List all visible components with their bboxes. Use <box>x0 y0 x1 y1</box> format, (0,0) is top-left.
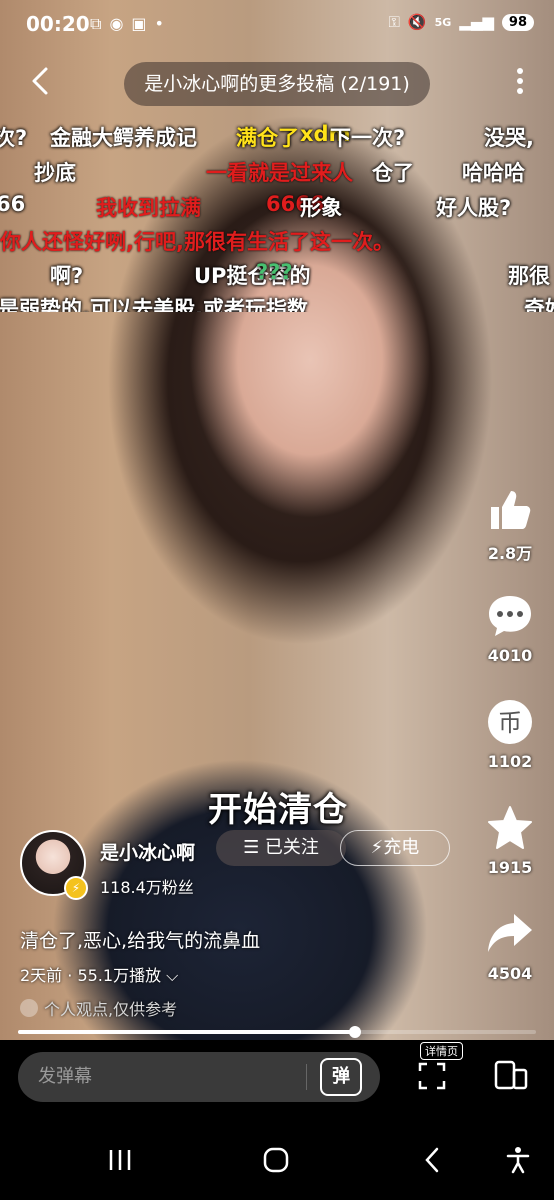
like-button[interactable]: 2.8万 <box>480 484 540 564</box>
danmaku-item: 奇好 <box>524 297 554 312</box>
follow-button[interactable]: ☰ 已关注 <box>216 830 346 866</box>
danmaku-item: 66 <box>0 192 26 216</box>
menu-icon: ☰ <box>243 837 265 858</box>
danmaku-item: 次? <box>0 126 28 150</box>
share-button[interactable]: 4504 <box>480 908 540 983</box>
lightning-badge-icon: ⚡ <box>64 876 88 900</box>
danmaku-item: 你人还怪好咧,行吧,那很有生活了这一次。 <box>0 230 394 254</box>
danmaku-item: 好人股? <box>436 196 512 220</box>
danmaku-input[interactable]: 发弹幕 弹 <box>18 1052 380 1102</box>
more-options-button[interactable] <box>510 66 530 102</box>
opinion-notice: 个人观点,仅供参考 <box>20 996 177 1020</box>
landscape-button[interactable] <box>494 1058 528 1092</box>
danmaku-item: 下一次? <box>330 126 406 150</box>
danmaku-item: 形象 <box>300 196 342 220</box>
author-fans: 118.4万粉丝 <box>100 878 194 897</box>
chevron-down-icon: ⌵ <box>166 966 179 985</box>
charge-button[interactable]: ⚡充电 <box>340 830 450 866</box>
danmaku-item: 满仓了 <box>236 126 299 150</box>
key-icon: ⚿ <box>388 13 400 31</box>
comment-icon <box>484 590 536 642</box>
status-time: 00:20 <box>26 12 90 36</box>
back-button[interactable] <box>22 66 58 102</box>
shopping-bag-icon: ▣ <box>131 14 147 33</box>
opinion-notice-text: 个人观点,仅供参考 <box>44 1000 178 1019</box>
danmaku-layer: 次? 金融大鳄养成记 满仓了 xdm 下一次? 没哭, 抄底 一看就是过来人 仓… <box>0 112 554 312</box>
comment-button[interactable]: 4010 <box>480 590 540 665</box>
video-meta-text: 2天前 · 55.1万播放 <box>20 966 162 985</box>
progress-bar[interactable] <box>18 1026 536 1038</box>
coin-button[interactable]: 币 1102 <box>480 696 540 771</box>
info-icon <box>20 999 38 1017</box>
danmaku-toggle-label: 弹 <box>332 1066 350 1087</box>
bottom-bar: 发弹幕 弹 详情页 <box>0 1040 554 1120</box>
video-caption-overlay: 开始清仓 <box>208 790 348 830</box>
recent-apps-button[interactable] <box>98 1138 142 1182</box>
author-name[interactable]: 是小冰心啊 <box>100 838 195 865</box>
nav-back-button[interactable] <box>410 1138 454 1182</box>
danmaku-item: 啊? <box>50 264 84 288</box>
home-button[interactable] <box>254 1138 298 1182</box>
network-label: 5G <box>434 15 452 29</box>
more-uploads-title[interactable]: 是小冰心啊的更多投稿 (2/191) <box>124 62 430 106</box>
share-icon <box>484 908 536 960</box>
danmaku-item: 一看就是过来人 <box>206 161 353 185</box>
svg-text:币: 币 <box>498 709 522 737</box>
home-icon <box>263 1147 289 1173</box>
comment-count: 4010 <box>487 646 533 665</box>
danmaku-item: 哈哈哈 <box>462 161 525 185</box>
danmaku-item: 金融大鳄养成记 <box>50 126 197 150</box>
progress-fill <box>18 1030 355 1034</box>
more-vertical-icon <box>517 68 523 94</box>
rotate-screen-icon <box>494 1060 528 1090</box>
voicemail-icon: ◉ <box>109 14 124 33</box>
danmaku-item: 是弱势的,可以去美股,或者玩指数 <box>0 297 308 312</box>
status-bar: 00:20 ⧉ ◉ ▣ • ⚿ 🔇 5G ▂▄▆ 98 <box>0 0 554 52</box>
author-block: ⚡ 是小冰心啊 118.4万粉丝 ☰ 已关注 ⚡充电 <box>20 830 480 900</box>
thumbs-up-icon <box>484 484 536 536</box>
back-arrow-icon <box>425 1147 439 1173</box>
top-bar: 是小冰心啊的更多投稿 (2/191) <box>0 60 554 108</box>
danmaku-placeholder: 发弹幕 <box>38 1066 92 1087</box>
accessibility-button[interactable] <box>496 1138 540 1182</box>
fullscreen-icon <box>418 1062 446 1090</box>
screenshot-icon: ⧉ <box>90 14 102 33</box>
divider <box>306 1064 307 1090</box>
danmaku-item: 那很 <box>508 264 550 288</box>
favorite-button[interactable]: 1915 <box>480 802 540 877</box>
favorite-count: 1915 <box>487 858 533 877</box>
coin-icon: 币 <box>484 696 536 748</box>
dot-icon: • <box>154 14 164 33</box>
video-meta[interactable]: 2天前 · 55.1万播放 ⌵ <box>20 962 178 986</box>
progress-knob[interactable] <box>348 1026 361 1038</box>
detail-badge: 详情页 <box>420 1042 463 1060</box>
accessibility-icon <box>506 1147 530 1174</box>
danmaku-item: 抄底 <box>34 161 76 185</box>
chevron-left-icon <box>32 67 48 95</box>
danmaku-item: ??? <box>256 260 293 284</box>
signal-icon: ▂▄▆ <box>459 13 494 31</box>
share-count: 4504 <box>487 964 533 983</box>
fullscreen-button[interactable] <box>418 1062 446 1090</box>
mute-icon: 🔇 <box>407 13 427 31</box>
recent-apps-icon <box>109 1150 131 1170</box>
video-title[interactable]: 清仓了,恶心,给我气的流鼻血 <box>20 926 260 953</box>
danmaku-item: 我收到拉满 <box>96 196 201 220</box>
danmaku-item: 仓了 <box>372 161 414 185</box>
like-count: 2.8万 <box>487 544 533 563</box>
star-icon <box>484 802 536 854</box>
battery-badge: 98 <box>501 13 534 31</box>
danmaku-toggle-button[interactable]: 弹 <box>320 1058 362 1096</box>
follow-label: 已关注 <box>264 837 319 858</box>
charge-label: 充电 <box>383 837 420 858</box>
system-nav-bar <box>0 1120 554 1200</box>
coin-count: 1102 <box>487 752 533 771</box>
danmaku-item: 没哭, <box>484 126 534 150</box>
lightning-icon: ⚡ <box>370 837 384 858</box>
